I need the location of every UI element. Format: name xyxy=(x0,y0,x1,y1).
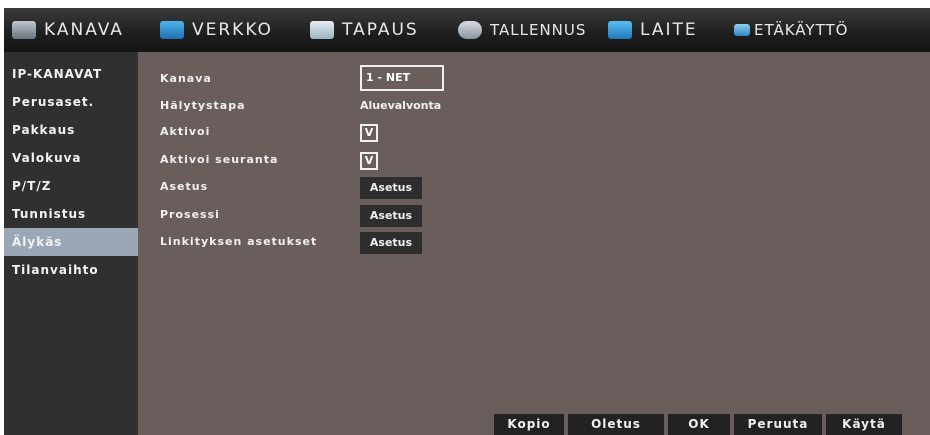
linkage-label: Linkityksen asetukset xyxy=(160,235,318,248)
process-label: Prosessi xyxy=(160,208,220,221)
tab-label: TALLENNUS xyxy=(490,21,587,39)
process-setting-button[interactable]: Asetus xyxy=(360,205,422,227)
sidebar-item-tunnistus[interactable]: Tunnistus xyxy=(4,200,138,228)
sidebar-item-ptz[interactable]: P/T/Z xyxy=(4,172,138,200)
enable-tracking-checkbox[interactable]: V xyxy=(360,152,378,170)
settings-panel: Kanava 1 - NET Hälytystapa Aluevalvonta … xyxy=(138,52,930,435)
setting-button[interactable]: Asetus xyxy=(360,177,422,199)
tab-kanava[interactable]: KANAVA xyxy=(12,8,160,52)
dvr-settings-screen: KANAVA VERKKO TAPAUS TALLENNUS LAITE ETÄ… xyxy=(4,8,930,435)
remote-icon xyxy=(734,24,750,36)
tab-verkko[interactable]: VERKKO xyxy=(160,8,310,52)
alarm-type-label: Hälytystapa xyxy=(160,99,246,112)
record-icon xyxy=(458,21,482,39)
camera-icon xyxy=(12,21,36,39)
tab-label: KANAVA xyxy=(44,20,124,40)
tab-laite[interactable]: LAITE xyxy=(608,8,734,52)
tab-tapaus[interactable]: TAPAUS xyxy=(310,8,458,52)
top-menu-bar: KANAVA VERKKO TAPAUS TALLENNUS LAITE ETÄ… xyxy=(4,8,930,52)
sidebar: IP-KANAVAT Perusaset. Pakkaus Valokuva P… xyxy=(4,52,138,435)
apply-button[interactable]: Käytä xyxy=(826,414,902,435)
network-icon xyxy=(160,21,184,39)
device-icon xyxy=(608,21,632,39)
sidebar-item-ip-kanavat[interactable]: IP-KANAVAT xyxy=(4,60,138,88)
channel-select[interactable]: 1 - NET xyxy=(360,65,444,91)
tab-tallennus[interactable]: TALLENNUS xyxy=(458,8,608,52)
enable-label: Aktivoi xyxy=(160,125,211,138)
tab-label: TAPAUS xyxy=(342,20,419,40)
channel-label: Kanava xyxy=(160,72,212,85)
default-button[interactable]: Oletus xyxy=(568,414,664,435)
footer-buttons: Kopio Oletus OK Peruuta Käytä xyxy=(494,414,906,435)
enable-checkbox[interactable]: V xyxy=(360,124,378,142)
event-icon xyxy=(310,21,334,39)
sidebar-item-perusaset[interactable]: Perusaset. xyxy=(4,88,138,116)
linkage-setting-button[interactable]: Asetus xyxy=(360,232,422,254)
tab-label: LAITE xyxy=(640,20,698,40)
setting-label: Asetus xyxy=(160,180,209,193)
sidebar-item-alykas[interactable]: Älykäs xyxy=(4,228,138,256)
alarm-type-value[interactable]: Aluevalvonta xyxy=(360,94,441,118)
tab-label: ETÄKÄYTTÖ xyxy=(754,21,849,39)
tab-label: VERKKO xyxy=(192,20,273,40)
tab-etakaytto[interactable]: ETÄKÄYTTÖ xyxy=(734,8,858,52)
sidebar-item-tilanvaihto[interactable]: Tilanvaihto xyxy=(4,256,138,284)
ok-button[interactable]: OK xyxy=(668,414,730,435)
enable-tracking-label: Aktivoi seuranta xyxy=(160,153,279,166)
cancel-button[interactable]: Peruuta xyxy=(734,414,822,435)
copy-button[interactable]: Kopio xyxy=(494,414,564,435)
sidebar-item-pakkaus[interactable]: Pakkaus xyxy=(4,116,138,144)
sidebar-item-valokuva[interactable]: Valokuva xyxy=(4,144,138,172)
